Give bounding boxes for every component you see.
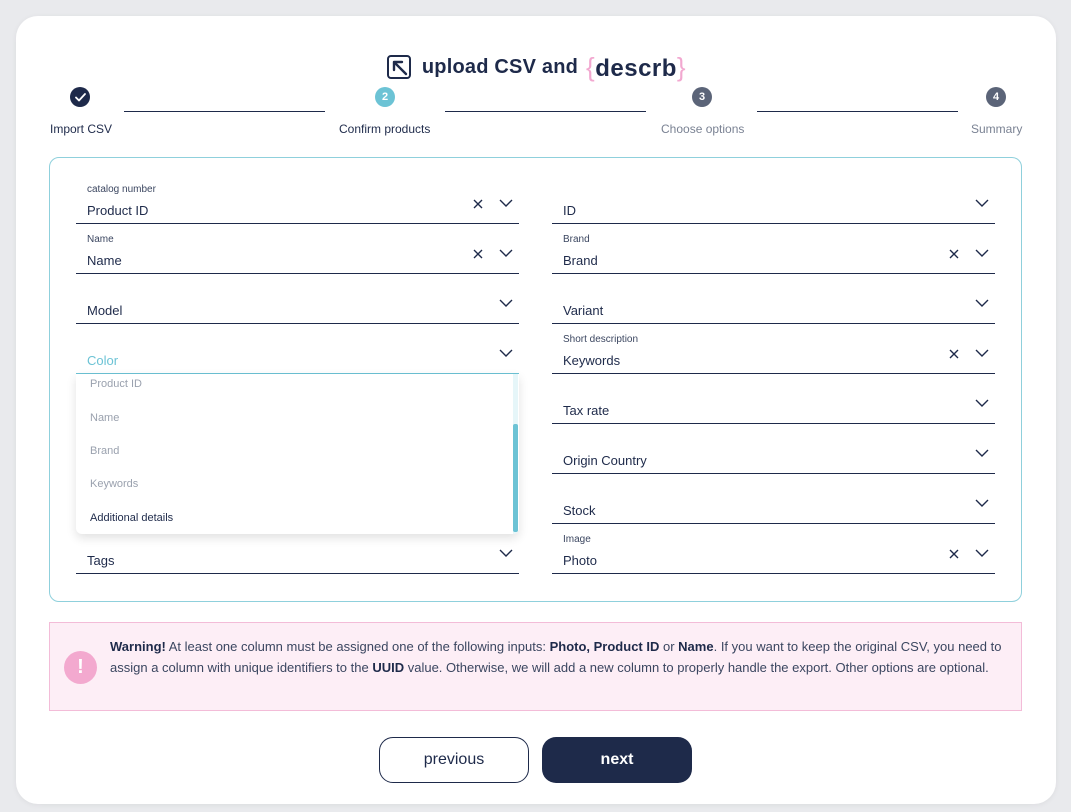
field-value: Variant (563, 303, 604, 318)
warning-prefix: Warning! (110, 639, 166, 654)
warning-text: value. Otherwise, we will add a new colu… (404, 659, 989, 675)
field-value: ID (563, 203, 576, 218)
dropdown-option: Name (90, 412, 120, 424)
brand-name: descrb (595, 54, 677, 82)
warning-banner: ! Warning! At least one column must be a… (49, 622, 1022, 711)
column-select[interactable]: Origin Country (552, 424, 995, 474)
dropdown-option: Product ID (90, 378, 142, 390)
chevron-down-icon[interactable] (975, 248, 989, 258)
close-icon[interactable] (948, 248, 960, 260)
field-value: Model (87, 303, 123, 318)
next-button[interactable]: next (542, 737, 692, 783)
chevron-down-icon[interactable] (499, 298, 513, 308)
step-1-indicator[interactable] (70, 87, 90, 107)
warning-text: At least one column must be assigned one… (165, 639, 550, 654)
field-label: Brand (563, 234, 590, 245)
step-3-number: 3 (698, 91, 706, 103)
chevron-down-icon[interactable] (975, 298, 989, 308)
column-select[interactable]: Model (76, 274, 519, 324)
warning-emphasis: Name (678, 639, 714, 654)
step-connector (124, 111, 325, 112)
chevron-down-icon[interactable] (975, 398, 989, 408)
column-select[interactable]: Name Name (76, 224, 519, 274)
column-select[interactable]: Image Photo (552, 524, 995, 574)
chevron-down-icon[interactable] (975, 448, 989, 458)
dropdown-scrollbar-thumb[interactable] (513, 424, 518, 532)
upload-arrow-icon (386, 55, 411, 79)
column-select[interactable]: Variant (552, 274, 995, 324)
step-connector (445, 111, 646, 112)
step-1-label: Import CSV (50, 122, 113, 136)
close-icon[interactable] (472, 248, 484, 260)
previous-button[interactable]: previous (379, 737, 529, 783)
field-value: Tax rate (563, 403, 610, 418)
close-icon[interactable] (948, 548, 960, 560)
step-connector (757, 111, 958, 112)
dropdown-option[interactable]: Additional details (90, 512, 173, 524)
exclamation-icon: ! (64, 651, 97, 684)
field-value: Color (87, 353, 119, 368)
field-label: Image (563, 534, 591, 545)
field-value: Keywords (563, 353, 621, 368)
brand-logo: {descrb} (586, 51, 687, 82)
column-select[interactable]: ID (552, 174, 995, 224)
close-icon[interactable] (948, 348, 960, 360)
step-2-number: 2 (381, 91, 389, 103)
column-select[interactable]: catalog number Product ID (76, 174, 519, 224)
dropdown-option: Brand (90, 445, 120, 457)
column-select[interactable]: Tax rate (552, 374, 995, 424)
step-4-label: Summary (971, 122, 1023, 136)
dropdown-menu: Product ID Name Brand Keywords Additiona… (76, 374, 519, 534)
close-icon[interactable] (472, 198, 484, 210)
field-value: Product ID (87, 203, 149, 218)
field-label: Short description (563, 334, 639, 345)
header-title: upload CSV and (421, 55, 579, 78)
field-value: Tags (87, 553, 115, 568)
field-value: Name (87, 253, 122, 268)
step-4-indicator[interactable]: 4 (986, 87, 1006, 107)
column-select[interactable]: Stock (552, 474, 995, 524)
step-2-indicator[interactable]: 2 (375, 87, 395, 107)
chevron-down-icon[interactable] (499, 198, 513, 208)
column-select[interactable]: Brand Brand (552, 224, 995, 274)
step-3-indicator[interactable]: 3 (692, 87, 712, 107)
app-header: upload CSV and {descrb} (16, 52, 1056, 82)
warning-text: or (659, 639, 679, 654)
step-2-label: Confirm products (339, 122, 431, 136)
chevron-down-icon[interactable] (499, 248, 513, 258)
step-3-label: Choose options (661, 122, 745, 136)
chevron-down-icon[interactable] (499, 348, 513, 358)
chevron-down-icon[interactable] (975, 348, 989, 358)
field-value: Origin Country (563, 453, 647, 468)
field-value: Brand (563, 253, 598, 268)
warning-emphasis: UUID (372, 659, 405, 675)
field-value: Stock (563, 503, 596, 518)
chevron-down-icon[interactable] (975, 498, 989, 508)
dropdown-option: Keywords (90, 478, 139, 490)
checkmark-icon (74, 92, 86, 101)
warning-emphasis: Photo, Product ID (549, 639, 660, 654)
step-4-number: 4 (992, 91, 1000, 103)
warning-message: Warning! At least one column must be ass… (110, 637, 1010, 678)
column-select[interactable]: Short description Keywords (552, 324, 995, 374)
chevron-down-icon[interactable] (499, 548, 513, 558)
chevron-down-icon[interactable] (975, 198, 989, 208)
column-select-open[interactable]: Color (76, 324, 519, 374)
field-label: catalog number (87, 184, 156, 195)
field-label: Name (87, 234, 114, 245)
chevron-down-icon[interactable] (975, 548, 989, 558)
field-value: Photo (563, 553, 597, 568)
